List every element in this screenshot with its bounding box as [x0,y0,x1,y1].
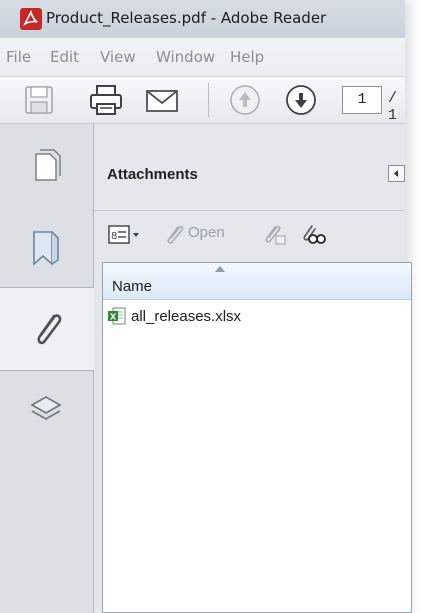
menu-help[interactable]: Help [230,48,264,66]
attachments-icon [37,314,62,345]
navigation-pane [0,124,94,613]
menu-window[interactable]: Window [156,48,215,66]
search-attachment-icon[interactable] [300,224,328,250]
save-icon[interactable] [22,83,56,121]
nav-page-thumbnails[interactable] [0,124,93,206]
column-header-name[interactable]: Name [112,278,152,295]
page-total: / 1 [388,90,398,124]
window-title: Product_Releases.pdf - Adobe Reader [46,9,327,27]
sort-ascending-icon [215,266,225,272]
options-menu-icon: 8 [108,225,139,244]
previous-page-icon[interactable] [228,83,262,121]
triangle-left-icon [394,170,398,177]
save-attachment-icon[interactable] [262,224,288,250]
svg-text:X: X [110,313,117,322]
open-attachment-icon [164,224,186,250]
layers-icon [30,396,62,420]
attachments-panel-title: Attachments [107,166,198,183]
toolbar: 1 / 1 [0,77,405,124]
list-item[interactable]: X all_releases.xlsx [107,306,407,328]
page-number-input[interactable]: 1 [342,86,382,114]
open-attachment-button[interactable]: Open [188,224,225,241]
title-bar: Product_Releases.pdf - Adobe Reader [0,0,405,38]
email-icon[interactable] [144,83,180,121]
print-icon[interactable] [88,83,124,121]
attachments-toolbar: 8 Open [94,211,405,256]
menu-bar: File Edit View Window Help [0,38,405,77]
options-menu-button[interactable]: 8 [108,224,148,250]
attachments-list: Name X all_releases.xlsx [102,262,412,613]
collapse-panel-button[interactable] [388,165,405,182]
list-header: Name [103,263,411,300]
adobe-pdf-icon [20,8,42,30]
attachments-panel: Attachments 8 Open Name X all_releases.x… [94,124,412,613]
page-thumbnails-icon [35,149,61,181]
nav-layers[interactable] [0,369,93,451]
svg-text:8: 8 [111,231,117,242]
attachments-panel-header: Attachments [94,124,405,211]
nav-attachments[interactable] [0,287,94,371]
next-page-icon[interactable] [284,83,318,121]
bookmarks-icon [33,231,59,266]
app-window: Product_Releases.pdf - Adobe Reader File… [0,0,412,613]
excel-file-icon: X [108,307,126,325]
nav-bookmarks[interactable] [0,206,93,288]
menu-file[interactable]: File [6,48,31,66]
attachment-file-name: all_releases.xlsx [131,308,242,325]
menu-edit[interactable]: Edit [50,48,79,66]
toolbar-separator [208,83,209,117]
menu-view[interactable]: View [100,48,136,66]
